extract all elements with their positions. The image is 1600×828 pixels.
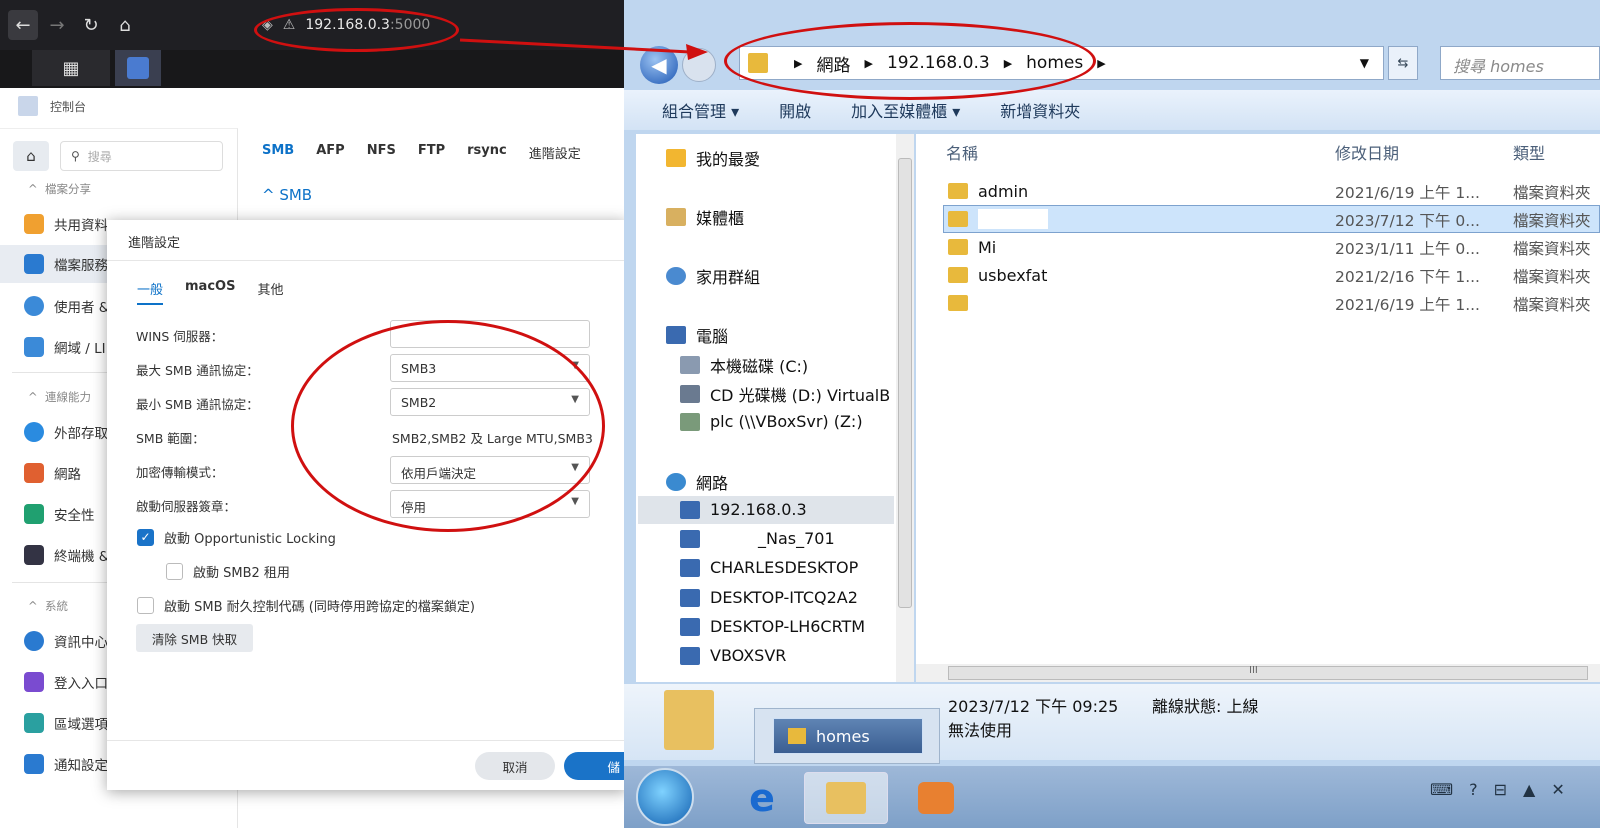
annotation-arrow xyxy=(459,38,708,60)
